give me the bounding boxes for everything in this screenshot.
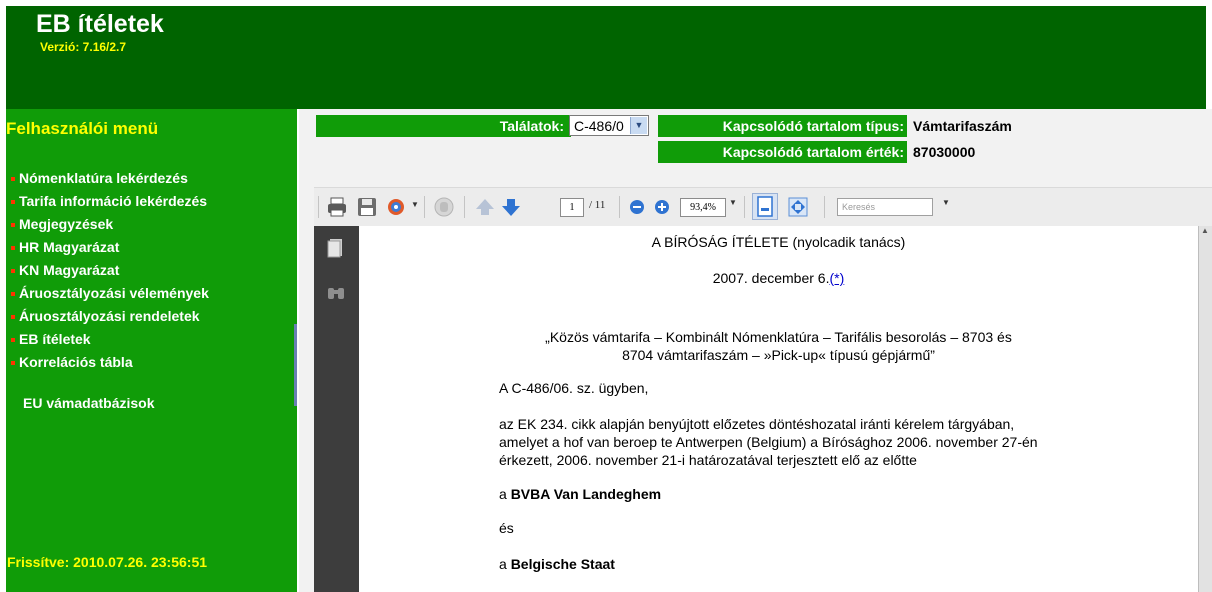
talalatok-label: Találatok:: [499, 118, 564, 134]
save-icon[interactable]: [356, 196, 378, 218]
print-icon[interactable]: [326, 196, 348, 218]
document-date-line: 2007. december 6.(*): [359, 270, 1198, 286]
content-value-label: Kapcsolódó tartalom érték:: [722, 144, 904, 160]
sidebar-item-eb-iteletek[interactable]: EB ítéletek: [11, 328, 209, 351]
sidebar-item-aruosztalyozasi-rendeletek[interactable]: Áruosztályozási rendeletek: [11, 305, 209, 328]
sidebar-menu: Nómenklatúra lekérdezés Tarifa informáci…: [11, 167, 209, 374]
toolbar-separator: [424, 196, 425, 218]
sidebar-scrollbar[interactable]: [294, 324, 297, 406]
app-header: EB ítéletek Verzió: 7.16/2.7: [6, 6, 1206, 109]
pdf-side-rail: [314, 226, 359, 592]
search-input[interactable]: Keresés: [837, 198, 933, 216]
document-paragraph-line-3: érkezett, 2006. november 21-i határozatá…: [499, 452, 917, 468]
sidebar-item-megjegyzesek[interactable]: Megjegyzések: [11, 213, 209, 236]
content-type-bar: Kapcsolódó tartalom típus:: [658, 115, 907, 137]
document-paragraph-line-1: az EK 234. cikk alapján benyújtott előze…: [499, 416, 1015, 432]
zoom-level-field[interactable]: 93,4%: [680, 198, 726, 217]
talalatok-select-value: C-486/0: [574, 118, 624, 134]
party-1-name: BVBA Van Landeghem: [510, 486, 662, 502]
document-paragraph-line-2: amelyet a hof van beroep te Antwerpen (B…: [499, 434, 1038, 450]
binoculars-icon[interactable]: [326, 284, 346, 302]
next-page-icon[interactable]: [500, 196, 522, 218]
chevron-down-icon[interactable]: ▼: [630, 117, 647, 134]
pdf-vertical-scrollbar[interactable]: ▲: [1198, 226, 1212, 592]
content-value-value: 87030000: [913, 144, 976, 160]
toolbar-separator: [318, 196, 319, 218]
document-case-line: A C-486/06. sz. ügyben,: [499, 380, 649, 396]
zoom-out-icon[interactable]: [628, 198, 646, 216]
single-page-view-button[interactable]: [752, 193, 778, 220]
pages-panel-icon[interactable]: [327, 238, 345, 258]
fit-page-icon[interactable]: [786, 195, 810, 219]
toolbar-separator: [824, 196, 825, 218]
toolbar-separator: [464, 196, 465, 218]
party-1-prefix: a: [499, 486, 511, 502]
sidebar-item-hr-magyarazat[interactable]: HR Magyarázat: [11, 236, 209, 259]
document-heading: A BÍRÓSÁG ÍTÉLETE (nyolcadik tanács): [651, 234, 906, 250]
party-2-name: Belgische Staat: [510, 556, 615, 572]
app-version: Verzió: 7.16/2.7: [40, 40, 127, 54]
page-number-input[interactable]: 1: [560, 198, 584, 217]
sidebar-title: Felhasználói menü: [6, 119, 159, 138]
sidebar-item-kn-magyarazat[interactable]: KN Magyarázat: [11, 259, 209, 282]
document-page: A BÍRÓSÁG ÍTÉLETE (nyolcadik tanács) 200…: [359, 226, 1198, 592]
toolbar-separator: [744, 196, 745, 218]
scroll-up-icon[interactable]: ▲: [1201, 226, 1209, 235]
document-and: és: [499, 520, 514, 536]
document-subject-line-2: 8704 vámtarifaszám – »Pick-up« típusú gé…: [622, 347, 935, 363]
main-content: Találatok: C-486/0 ▼ Kapcsolódó tartalom…: [299, 109, 1212, 592]
updated-timestamp: Frissítve: 2010.07.26. 23:56:51: [7, 554, 208, 570]
document-party-2: a Belgische Staat: [499, 556, 615, 572]
sidebar-item-korrelacios-tabla[interactable]: Korrelációs tábla: [11, 351, 209, 374]
talalatok-bar: Találatok:: [316, 115, 571, 137]
content-type-value: Vámtarifaszám: [913, 118, 1012, 134]
page-total: / 11: [589, 199, 606, 211]
content-type-label: Kapcsolódó tartalom típus:: [722, 118, 904, 134]
tools-dropdown-icon[interactable]: ▼: [411, 200, 419, 209]
content-value-bar: Kapcsolódó tartalom érték:: [658, 141, 907, 163]
tools-icon[interactable]: [386, 195, 410, 219]
pdf-toolbar: ▼ 1 / 11 93,4% ▼ Keresés ▼: [314, 187, 1212, 226]
document-subject-line-1: „Közös vámtarifa – Kombinált Nómenklatúr…: [545, 329, 1012, 345]
zoom-in-icon[interactable]: [653, 198, 671, 216]
prev-page-icon[interactable]: [474, 196, 496, 218]
document-party-1: a BVBA Van Landeghem: [499, 486, 661, 502]
app-title: EB ítéletek: [36, 10, 164, 38]
talalatok-select[interactable]: C-486/0 ▼: [569, 115, 649, 136]
sidebar-item-aruosztalyozasi-velemenyek[interactable]: Áruosztályozási vélemények: [11, 282, 209, 305]
single-page-icon: [757, 196, 773, 217]
party-2-prefix: a: [499, 556, 511, 572]
toolbar-separator: [619, 196, 620, 218]
pdf-viewer: A BÍRÓSÁG ÍTÉLETE (nyolcadik tanács) 200…: [314, 226, 1212, 592]
sidebar-item-tarifa-informacio[interactable]: Tarifa információ lekérdezés: [11, 190, 209, 213]
eu-databases-link[interactable]: EU vámadatbázisok: [23, 395, 155, 411]
search-dropdown-icon[interactable]: ▼: [942, 198, 950, 207]
document-date: 2007. december 6.: [712, 270, 830, 286]
zoom-dropdown-icon[interactable]: ▼: [729, 198, 737, 207]
hand-icon[interactable]: [432, 195, 456, 219]
sidebar: Felhasználói menü Nómenklatúra lekérdezé…: [6, 109, 297, 592]
sidebar-item-nomenklatura[interactable]: Nómenklatúra lekérdezés: [11, 167, 209, 190]
footnote-link[interactable]: (*): [829, 270, 844, 286]
